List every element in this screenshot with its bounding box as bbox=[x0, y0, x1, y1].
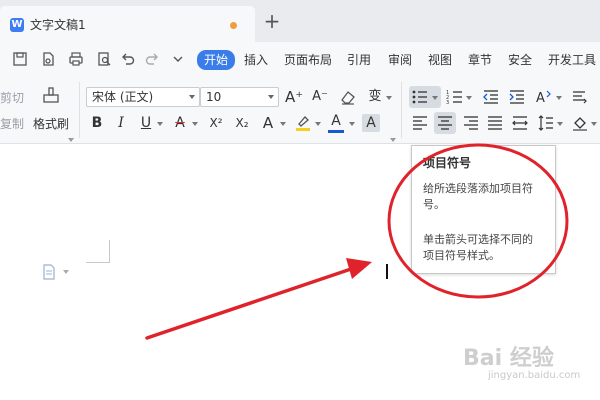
align-left-icon[interactable] bbox=[411, 114, 429, 132]
save-icon[interactable] bbox=[12, 51, 28, 67]
tooltip-line: 单击箭头可选择不同的 bbox=[423, 233, 533, 246]
chevron-down-icon[interactable] bbox=[432, 96, 438, 100]
tab-insert[interactable]: 插入 bbox=[244, 51, 268, 69]
watermark-logo: Bai 经验 bbox=[463, 346, 554, 371]
underline-button[interactable]: U bbox=[137, 114, 155, 132]
new-tab-button[interactable]: + bbox=[262, 10, 282, 34]
page-corner-mark bbox=[109, 240, 110, 263]
tab-chapter[interactable]: 章节 bbox=[468, 51, 492, 69]
bullets-tooltip: 项目符号 给所选段落添加项目符 号。 单击箭头可选择不同的 项目符号样式。 bbox=[411, 145, 556, 274]
bold-button[interactable]: B bbox=[88, 114, 106, 132]
increase-indent-icon[interactable] bbox=[508, 88, 526, 106]
grow-font-icon[interactable]: A⁺ bbox=[285, 88, 303, 106]
annotation-arrow-head bbox=[346, 258, 372, 279]
chevron-down-icon bbox=[189, 95, 195, 99]
chevron-down-icon[interactable] bbox=[63, 270, 69, 274]
superscript-button[interactable]: X² bbox=[205, 114, 227, 132]
line-spacing-icon[interactable] bbox=[537, 114, 555, 132]
numbered-list-icon[interactable]: 123 bbox=[446, 88, 464, 106]
text-effect-button[interactable]: A bbox=[259, 114, 277, 132]
writer-doc-icon: W bbox=[10, 18, 24, 32]
highlight-pen-icon[interactable] bbox=[294, 114, 312, 132]
shading-bucket-icon[interactable] bbox=[571, 114, 589, 132]
customize-chevron-icon[interactable] bbox=[170, 51, 186, 67]
font-family-value: 宋体 (正文) bbox=[92, 90, 154, 104]
align-right-icon[interactable] bbox=[462, 114, 480, 132]
bullet-list-icon bbox=[411, 88, 429, 106]
text-cursor bbox=[386, 264, 388, 279]
print-preview-icon[interactable] bbox=[96, 51, 112, 67]
copy-button[interactable]: 复制 bbox=[0, 116, 24, 132]
strikethrough-button[interactable]: A bbox=[171, 114, 189, 132]
svg-text:3: 3 bbox=[446, 100, 449, 106]
tooltip-line: 项目符号样式。 bbox=[423, 249, 500, 262]
chevron-down-icon[interactable] bbox=[556, 96, 562, 100]
chinese-layout-icon[interactable]: A bbox=[535, 88, 553, 106]
chevron-down-icon[interactable] bbox=[466, 96, 472, 100]
chevron-down-icon[interactable] bbox=[280, 122, 286, 126]
format-painter-icon[interactable] bbox=[41, 86, 61, 106]
format-painter-button[interactable]: 格式刷 bbox=[33, 116, 69, 132]
unsaved-indicator bbox=[230, 22, 237, 29]
character-shading-button[interactable]: A bbox=[362, 114, 380, 132]
watermark-url: jingyan.baidu.com bbox=[488, 370, 581, 381]
tooltip-line: 号。 bbox=[423, 198, 445, 211]
chevron-down-icon[interactable] bbox=[315, 122, 321, 126]
tab-developer-tools[interactable]: 开发工具 bbox=[548, 51, 596, 69]
justify-icon[interactable] bbox=[486, 114, 504, 132]
print-icon[interactable] bbox=[68, 51, 84, 67]
chevron-down-icon[interactable] bbox=[349, 122, 355, 126]
paragraph-layout-icon[interactable] bbox=[42, 264, 56, 280]
font-size-select[interactable]: 10 bbox=[200, 87, 279, 107]
title-bar: W 文字文稿1 + bbox=[0, 0, 600, 42]
font-family-select[interactable]: 宋体 (正文) bbox=[86, 87, 200, 107]
subscript-button[interactable]: X₂ bbox=[231, 114, 253, 132]
chevron-down-icon bbox=[268, 95, 274, 99]
chevron-down-icon[interactable] bbox=[157, 122, 163, 126]
chevron-down-icon[interactable] bbox=[192, 122, 198, 126]
phonetic-guide-icon[interactable]: 变 bbox=[366, 88, 384, 106]
annotation-arrow-line bbox=[145, 266, 356, 340]
clipboard-launcher-icon[interactable] bbox=[68, 138, 74, 142]
separator bbox=[401, 82, 402, 138]
cut-button[interactable]: 剪切 bbox=[0, 90, 24, 106]
home-ribbon: 剪切 复制 格式刷 宋体 (正文) 10 A⁺ A⁻ 变 B I U A X² … bbox=[0, 76, 600, 144]
redo-icon[interactable] bbox=[144, 51, 160, 67]
show-hide-marks-icon[interactable] bbox=[570, 88, 588, 106]
tooltip-title: 项目符号 bbox=[423, 156, 472, 170]
distributed-align-icon[interactable] bbox=[511, 114, 529, 132]
tab-home[interactable]: 开始 bbox=[197, 50, 236, 70]
font-color-button[interactable]: A bbox=[327, 112, 345, 130]
italic-button[interactable]: I bbox=[112, 114, 130, 132]
menu-bar: 开始 插入 页面布局 引用 审阅 视图 章节 安全 开发工具 bbox=[0, 42, 600, 76]
font-color-swatch bbox=[328, 130, 344, 133]
undo-icon[interactable] bbox=[120, 51, 136, 67]
decrease-indent-icon[interactable] bbox=[482, 88, 500, 106]
tooltip-line: 给所选段落添加项目符 bbox=[423, 182, 533, 195]
font-size-value: 10 bbox=[206, 90, 222, 104]
align-center-icon bbox=[436, 114, 454, 132]
document-tab-title: 文字文稿1 bbox=[30, 18, 86, 32]
export-icon[interactable] bbox=[40, 51, 56, 67]
shrink-font-icon[interactable]: A⁻ bbox=[311, 88, 329, 106]
chevron-down-icon[interactable] bbox=[386, 96, 392, 100]
svg-text:A: A bbox=[536, 91, 545, 106]
tab-page-layout[interactable]: 页面布局 bbox=[284, 51, 332, 69]
chevron-down-icon[interactable] bbox=[591, 122, 597, 126]
chevron-down-icon[interactable] bbox=[557, 122, 563, 126]
document-tab[interactable]: W 文字文稿1 bbox=[0, 6, 255, 42]
tab-references[interactable]: 引用 bbox=[347, 51, 371, 69]
page-corner-mark bbox=[86, 262, 110, 263]
tab-view[interactable]: 视图 bbox=[428, 51, 452, 69]
tab-security[interactable]: 安全 bbox=[508, 51, 532, 69]
tab-review[interactable]: 审阅 bbox=[388, 51, 412, 69]
font-launcher-icon[interactable] bbox=[390, 138, 396, 142]
separator bbox=[79, 82, 80, 138]
clear-format-eraser-icon[interactable] bbox=[339, 88, 357, 106]
